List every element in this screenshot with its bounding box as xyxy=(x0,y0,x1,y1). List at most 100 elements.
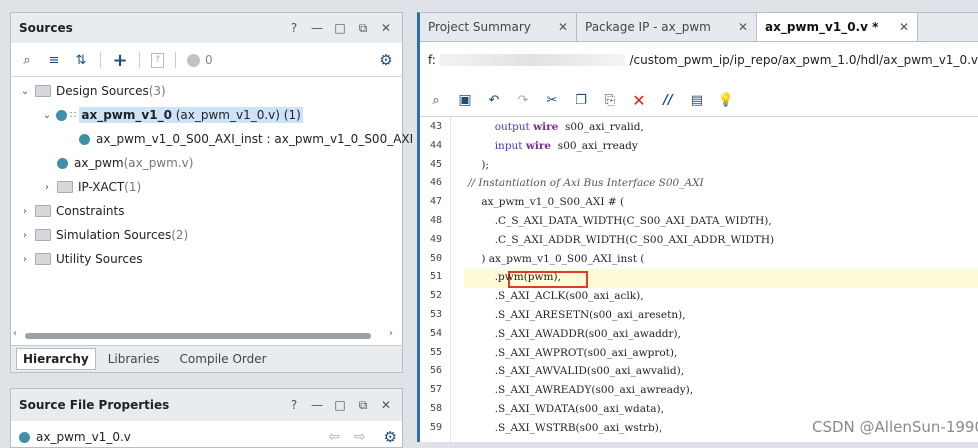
tree-item-constraints[interactable]: › Constraints xyxy=(19,200,124,222)
code-line: .S_AXI_WDATA(s00_axi_wdata), xyxy=(468,403,664,415)
tree-item-ip-xact[interactable]: › IP-XACT (1) xyxy=(41,176,141,198)
delete-icon[interactable]: ✕ xyxy=(631,91,647,110)
selected-label: ax_pwm_v1_0 (ax_pwm_v1_0.v) (1) xyxy=(79,107,303,123)
tab-project-summary[interactable]: Project Summary ✕ xyxy=(420,13,577,41)
code-line: output wire s00_axi_rvalid, xyxy=(494,121,644,133)
close-icon[interactable]: ✕ xyxy=(558,20,568,34)
collapse-all-icon[interactable]: ≡ xyxy=(46,52,62,68)
sources-panel: Sources ? — □ ⧉ ✕ ⌕ ≡ ⇅ + ? 0 ⚙ ⌄ Design… xyxy=(10,12,422,373)
chevron-right-icon[interactable]: › xyxy=(41,182,53,193)
search-icon[interactable]: ⌕ xyxy=(428,92,444,108)
line-number: 58 xyxy=(429,403,442,414)
code-area[interactable]: 43 output wire s00_axi_rvalid, 44 input w… xyxy=(420,117,978,443)
save-icon[interactable]: ▣ xyxy=(457,92,473,108)
forward-arrow-icon[interactable]: ⇨ xyxy=(354,429,366,445)
tree-item-design-sources[interactable]: ⌄ Design Sources (3) xyxy=(19,80,166,102)
verilog-module-icon xyxy=(19,431,30,443)
line-number: 52 xyxy=(429,290,442,302)
help-icon[interactable]: ? xyxy=(288,398,300,412)
copy-icon[interactable]: ❐ xyxy=(573,92,589,108)
code-line: .S_AXI_AWVALID(s00_axi_awvalid), xyxy=(468,365,685,378)
insert-template-icon[interactable]: ▤ xyxy=(689,92,705,108)
scroll-left-icon[interactable]: ‹ xyxy=(13,328,17,339)
float-icon[interactable]: ⧉ xyxy=(357,398,369,412)
verilog-module-icon xyxy=(56,109,67,121)
expand-all-icon[interactable]: ⇅ xyxy=(73,52,89,68)
code-line: .S_AXI_WSTRB(s00_axi_wstrb), xyxy=(468,421,663,434)
code-line: .S_AXI_AWREADY(s00_axi_awready), xyxy=(468,384,694,397)
minimize-icon[interactable]: — xyxy=(311,398,323,412)
code-line: input wire s00_axi_rready xyxy=(494,139,638,152)
comment-toggle-icon[interactable]: // xyxy=(660,92,676,108)
line-number: 46 xyxy=(429,177,442,189)
paste-icon[interactable]: ⎘ xyxy=(602,92,618,108)
line-number: 54 xyxy=(429,327,442,339)
line-number: 47 xyxy=(429,196,442,208)
redacted-path-segment xyxy=(439,54,626,66)
tab-package-ip[interactable]: Package IP - ax_pwm ✕ xyxy=(577,13,757,41)
add-source-icon[interactable]: + xyxy=(112,50,128,71)
close-icon[interactable]: ✕ xyxy=(380,21,392,35)
maximize-icon[interactable]: □ xyxy=(334,398,346,412)
tree-item-simulation-sources[interactable]: › Simulation Sources (2) xyxy=(19,224,188,246)
sources-title: Sources xyxy=(19,21,73,35)
line-number: 43 xyxy=(429,121,442,132)
tree-item-ax-pwm-v1-0[interactable]: ⌄ ∷ ax_pwm_v1_0 (ax_pwm_v1_0.v) (1) xyxy=(41,104,303,126)
gear-icon[interactable]: ⚙ xyxy=(378,51,394,69)
chevron-right-icon[interactable]: › xyxy=(19,230,31,241)
watermark: CSDN @AllenSun-1990 xyxy=(812,418,978,436)
line-number: 50 xyxy=(429,252,442,264)
back-arrow-icon[interactable]: ⇦ xyxy=(328,429,340,445)
close-icon[interactable]: ✕ xyxy=(738,20,748,34)
tab-hierarchy[interactable]: Hierarchy xyxy=(16,348,96,370)
chevron-right-icon[interactable]: › xyxy=(19,206,31,217)
folder-icon xyxy=(35,85,51,97)
folder-icon xyxy=(35,253,51,265)
line-number: 53 xyxy=(429,309,442,320)
properties-title: Source File Properties xyxy=(19,398,170,412)
folder-icon xyxy=(57,181,73,193)
maximize-icon[interactable]: □ xyxy=(334,21,346,35)
gutter-divider xyxy=(450,117,451,443)
scrollbar-thumb[interactable] xyxy=(25,333,371,339)
tree-item-ax-pwm[interactable]: ax_pwm (ax_pwm.v) xyxy=(57,152,193,174)
editor-panel: Project Summary ✕ Package IP - ax_pwm ✕ … xyxy=(417,12,978,443)
code-line: ); xyxy=(468,158,489,171)
gear-icon[interactable]: ⚙ xyxy=(384,428,397,446)
line-number: 59 xyxy=(429,421,442,433)
hierarchy-top-icon: ∷ xyxy=(70,109,77,121)
lightbulb-icon[interactable]: 💡 xyxy=(718,92,734,108)
minimize-icon[interactable]: — xyxy=(311,21,323,35)
sources-toolbar: ⌕ ≡ ⇅ + ? 0 ⚙ xyxy=(11,49,402,71)
tree-item-s00-axi-inst[interactable]: ax_pwm_v1_0_S00_AXI_inst : ax_pwm_v1_0_S… xyxy=(79,128,422,150)
chevron-right-icon[interactable]: › xyxy=(19,254,31,265)
search-icon[interactable]: ⌕ xyxy=(19,52,35,68)
tab-compile-order[interactable]: Compile Order xyxy=(172,349,275,369)
sources-window-controls: ? — □ ⧉ ✕ xyxy=(288,21,402,36)
editor-toolbar: ⌕ ▣ ↶ ↷ ✂ ❐ ⎘ ✕ // ▤ 💡 xyxy=(420,89,978,111)
file-path-bar: f: /custom_pwm_ip/ip_repo/ax_pwm_1.0/hdl… xyxy=(428,53,978,67)
code-line: .C_S_AXI_DATA_WIDTH(C_S00_AXI_DATA_WIDTH… xyxy=(468,215,772,227)
help-icon[interactable]: ? xyxy=(288,21,300,35)
properties-window-controls: ? — □ ⧉ ✕ xyxy=(288,398,402,413)
undo-icon[interactable]: ↶ xyxy=(486,92,502,108)
scroll-right-icon[interactable]: › xyxy=(389,328,393,339)
document-icon[interactable]: ? xyxy=(151,52,164,68)
line-number: 51 xyxy=(429,271,442,283)
tab-ax-pwm-v1-0-v[interactable]: ax_pwm_v1_0.v * ✕ xyxy=(757,13,918,41)
chevron-down-icon[interactable]: ⌄ xyxy=(41,110,53,121)
horizontal-scrollbar[interactable]: ‹ › xyxy=(11,328,402,341)
code-line: ) ax_pwm_v1_0_S00_AXI_inst ( xyxy=(468,252,645,265)
cut-icon[interactable]: ✂ xyxy=(544,92,560,108)
code-line: .S_AXI_AWPROT(s00_axi_awprot), xyxy=(468,346,678,359)
redo-icon[interactable]: ↷ xyxy=(515,92,531,108)
code-line: .S_AXI_ARESETN(s00_axi_aresetn), xyxy=(468,309,686,321)
sources-bottom-tabs: Hierarchy Libraries Compile Order xyxy=(11,345,402,372)
chevron-down-icon[interactable]: ⌄ xyxy=(19,86,31,97)
tab-libraries[interactable]: Libraries xyxy=(100,349,168,369)
float-icon[interactable]: ⧉ xyxy=(357,21,369,35)
tree-item-utility-sources[interactable]: › Utility Sources xyxy=(19,248,143,270)
line-number: 57 xyxy=(429,384,442,396)
close-icon[interactable]: ✕ xyxy=(380,398,392,412)
close-icon[interactable]: ✕ xyxy=(899,20,909,34)
